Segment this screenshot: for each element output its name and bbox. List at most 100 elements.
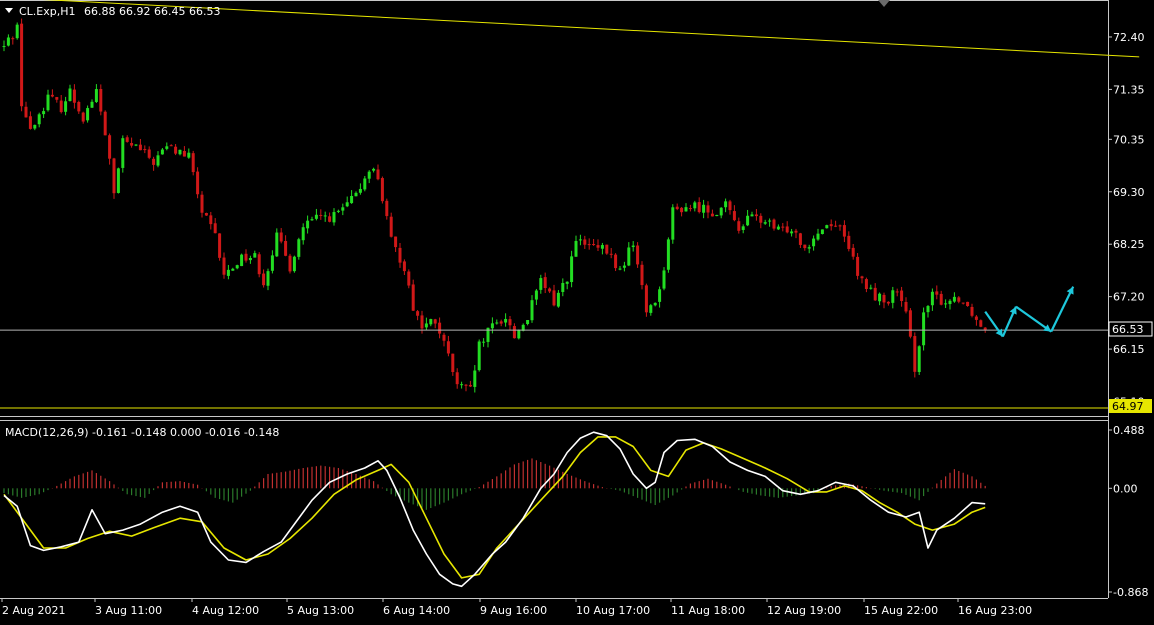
candle-body [495, 322, 499, 324]
candle-body [482, 341, 486, 343]
candle-body [385, 200, 389, 217]
candle-body [565, 281, 569, 284]
candle-body [829, 224, 833, 227]
candle-body [504, 318, 508, 323]
candle-body [746, 215, 750, 226]
chart-background [0, 0, 1154, 621]
candle-body [262, 273, 266, 286]
candle-body [759, 215, 763, 223]
time-tick-label: 6 Aug 14:00 [383, 604, 450, 617]
candle-body [847, 235, 851, 249]
chart-window: 72.4071.3570.3569.3068.2567.2066.1565.10… [0, 0, 1154, 621]
candle-body [394, 236, 398, 248]
candle-body [834, 225, 838, 227]
candle-body [702, 204, 706, 213]
candle-body [600, 245, 604, 249]
candle-body [710, 213, 714, 217]
candle-body [345, 202, 349, 207]
candle-body [640, 264, 644, 286]
candle-body [438, 322, 442, 334]
candle-body [156, 155, 160, 166]
candle-body [609, 253, 613, 255]
time-tick-label: 4 Aug 12:00 [192, 604, 259, 617]
candle-body [178, 149, 182, 155]
candle-body [838, 225, 842, 227]
candle-body [86, 108, 90, 121]
time-tick-label: 10 Aug 17:00 [576, 604, 650, 617]
time-tick-label: 9 Aug 16:00 [480, 604, 547, 617]
candle-body [948, 300, 952, 305]
candle-body [614, 254, 618, 269]
candle-body [517, 330, 521, 339]
candle-body [147, 149, 151, 158]
time-tick-label: 15 Aug 22:00 [864, 604, 938, 617]
candle-body [776, 226, 780, 230]
candle-body [68, 88, 72, 102]
candle-body [785, 226, 789, 233]
candle-body [904, 301, 908, 312]
candle-body [416, 311, 420, 316]
candle-body [279, 232, 283, 242]
candle-body [108, 135, 112, 159]
candle-body [6, 37, 10, 46]
candle-body [583, 239, 587, 245]
candle-body [926, 306, 930, 313]
candle-body [266, 271, 270, 286]
candle-body [952, 296, 956, 302]
candle-body [644, 285, 648, 313]
candle-body [895, 291, 899, 293]
candle-body [917, 346, 921, 373]
candle-body [697, 202, 701, 213]
candle-body [618, 268, 622, 270]
candle-body [935, 291, 939, 295]
candle-body [768, 220, 772, 222]
candle-body [2, 46, 6, 48]
candle-body [548, 288, 552, 292]
candle-body [33, 124, 37, 129]
candle-body [174, 146, 178, 154]
candle-body [741, 226, 745, 230]
candle-body [213, 223, 217, 234]
candle-body [688, 208, 692, 210]
candle-body [908, 310, 912, 337]
candle-body [543, 277, 547, 288]
candle-body [574, 240, 578, 257]
candle-body [684, 207, 688, 212]
candle-body [292, 256, 296, 272]
candle-body [979, 320, 983, 327]
candle-body [376, 169, 380, 180]
candle-body [125, 137, 129, 142]
candle-body [460, 384, 464, 386]
candle-body [55, 97, 59, 100]
candle-body [653, 302, 657, 306]
candle-body [605, 244, 609, 254]
candle-body [134, 144, 138, 146]
candle-body [891, 290, 895, 303]
price-tick-label: 71.35 [1113, 83, 1145, 96]
candle-body [873, 287, 877, 301]
candle-body [363, 178, 367, 190]
candle-body [636, 245, 640, 265]
candle-body [270, 255, 274, 271]
candle-body [332, 212, 336, 223]
candle-body [974, 316, 978, 320]
candle-body [50, 94, 54, 97]
candle-body [275, 232, 279, 257]
candle-body [587, 244, 591, 246]
candle-body [530, 300, 534, 321]
candle-body [719, 207, 723, 216]
candle-body [424, 323, 428, 328]
candle-body [328, 216, 332, 222]
candle-body [200, 194, 204, 213]
candle-body [680, 207, 684, 213]
time-tick-label: 11 Aug 18:00 [671, 604, 745, 617]
candle-body [103, 111, 107, 136]
candle-body [499, 321, 503, 324]
symbol-label[interactable]: CL.Exp,H1 [19, 5, 76, 18]
price-tick-label: 66.15 [1113, 343, 1145, 356]
candle-body [512, 326, 516, 339]
candle-body [939, 293, 943, 305]
time-tick-label: 16 Aug 23:00 [958, 604, 1032, 617]
candle-body [878, 293, 882, 302]
candle-body [196, 171, 200, 195]
